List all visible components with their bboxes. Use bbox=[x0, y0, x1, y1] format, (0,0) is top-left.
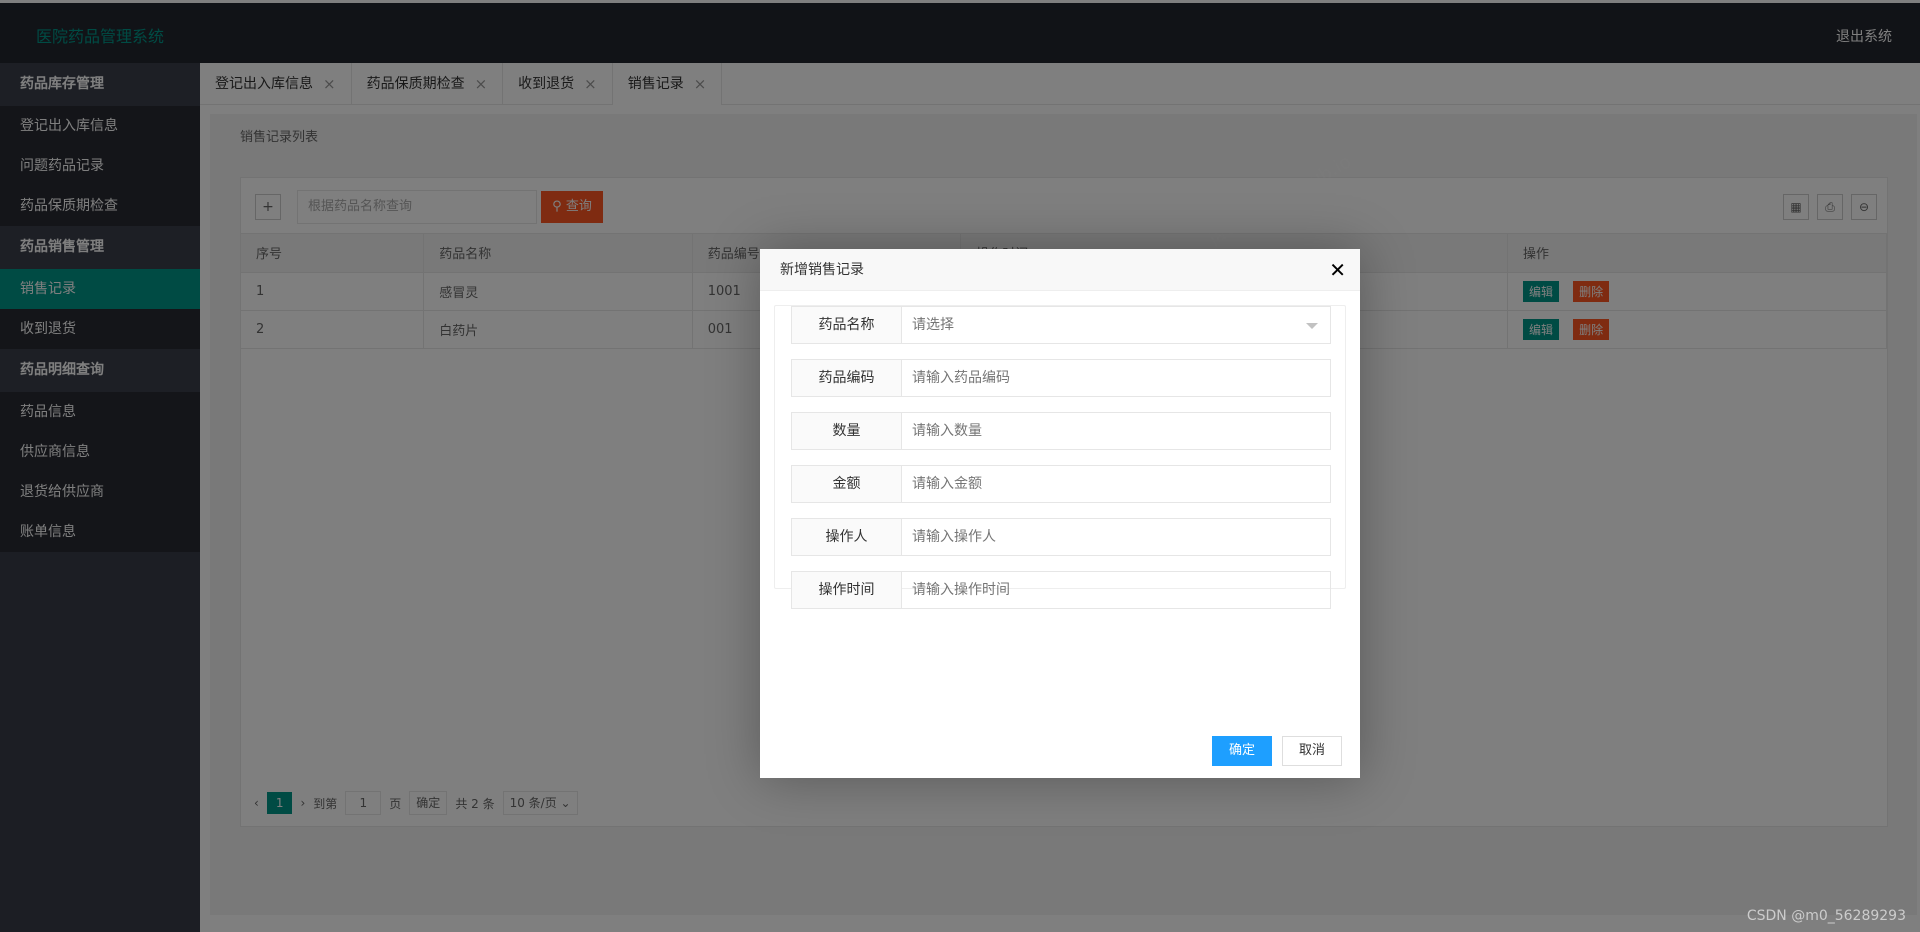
form-row-operator: 操作人 请输入操作人 bbox=[791, 518, 1331, 556]
form-row-amount: 金额 请输入金额 bbox=[791, 465, 1331, 503]
form-row-drug-name: 药品名称 请选择 bbox=[791, 306, 1331, 344]
drug-name-select[interactable]: 请选择 bbox=[902, 307, 1330, 343]
dialog-form: 药品名称 请选择 药品编码 请输入药品编码 数量 请输入数量 金额 请输入金额 … bbox=[774, 305, 1346, 609]
form-label: 药品编码 bbox=[792, 360, 902, 396]
select-placeholder: 请选择 bbox=[912, 317, 954, 333]
form-label: 药品名称 bbox=[792, 307, 902, 343]
form-label: 操作时间 bbox=[792, 572, 902, 608]
operation-time-input[interactable]: 请输入操作时间 bbox=[902, 572, 1330, 608]
form-row-drug-code: 药品编码 请输入药品编码 bbox=[791, 359, 1331, 397]
add-sales-record-dialog: 新增销售记录 ✕ 药品名称 请选择 药品编码 请输入药品编码 数量 请输入数量 … bbox=[760, 249, 1360, 778]
quantity-input[interactable]: 请输入数量 bbox=[902, 413, 1330, 449]
dialog-title: 新增销售记录 bbox=[780, 262, 864, 278]
dialog-header: 新增销售记录 ✕ bbox=[760, 249, 1360, 291]
form-row-operation-time: 操作时间 请输入操作时间 bbox=[791, 571, 1331, 609]
form-label: 数量 bbox=[792, 413, 902, 449]
cancel-button[interactable]: 取消 bbox=[1282, 736, 1342, 766]
amount-input[interactable]: 请输入金额 bbox=[902, 466, 1330, 502]
form-row-quantity: 数量 请输入数量 bbox=[791, 412, 1331, 450]
drug-code-input[interactable]: 请输入药品编码 bbox=[902, 360, 1330, 396]
close-icon[interactable]: ✕ bbox=[1329, 249, 1346, 291]
form-label: 操作人 bbox=[792, 519, 902, 555]
chevron-down-icon bbox=[1306, 323, 1318, 329]
confirm-button[interactable]: 确定 bbox=[1212, 736, 1272, 766]
form-label: 金额 bbox=[792, 466, 902, 502]
operator-input[interactable]: 请输入操作人 bbox=[902, 519, 1330, 555]
dialog-footer: 确定 取消 bbox=[1212, 736, 1342, 766]
csdn-credit: CSDN @m0_56289293 bbox=[1746, 908, 1906, 924]
